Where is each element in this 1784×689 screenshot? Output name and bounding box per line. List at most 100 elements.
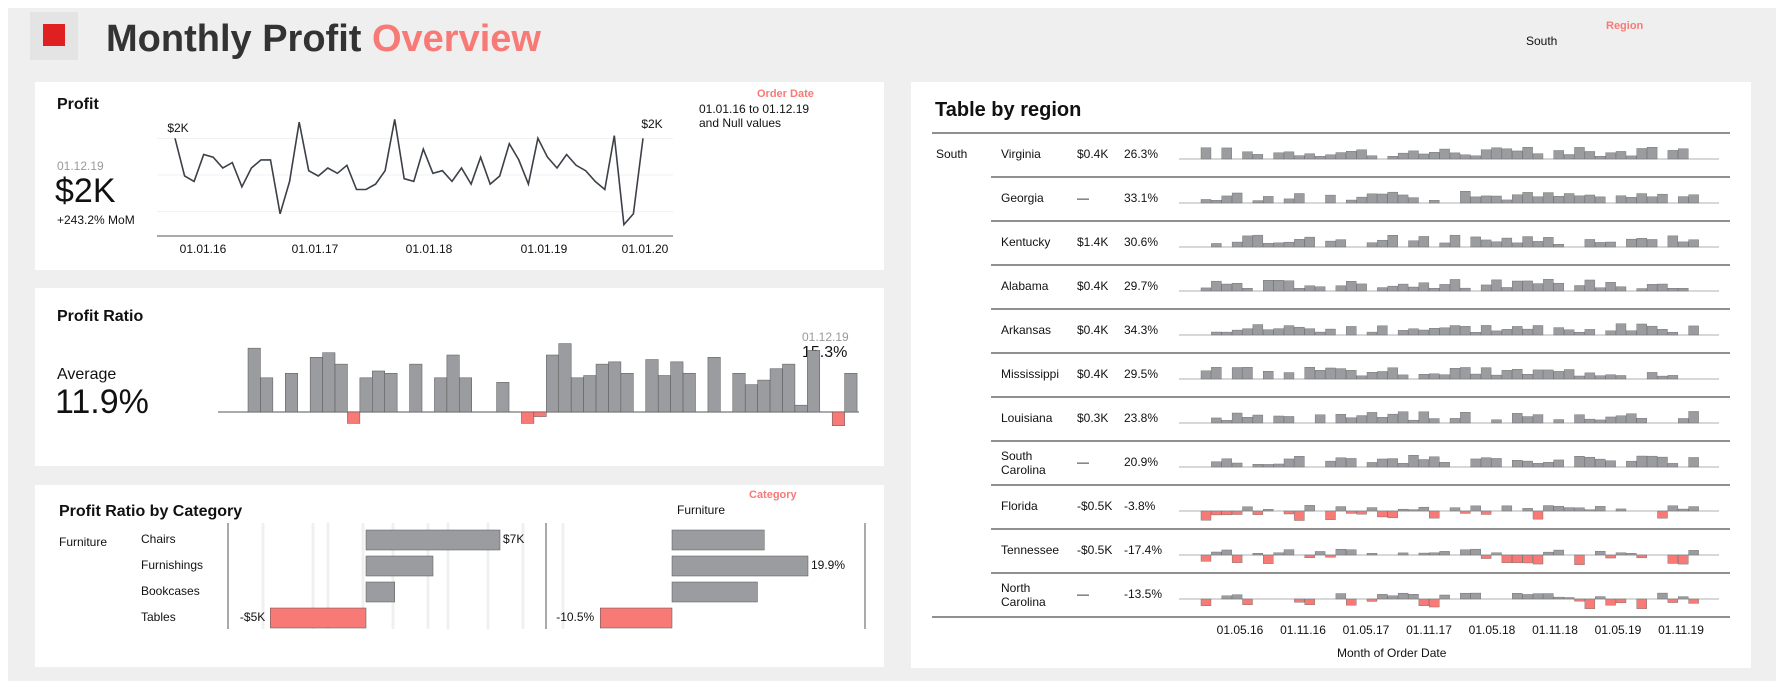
sparkline-bar: [1470, 373, 1481, 380]
sparkline-bar: [1584, 239, 1596, 248]
sparkline-bar: [1366, 331, 1378, 336]
category-bar-charts: Chairs Furnishings Bookcases Tables $7K -$5K 1…: [141, 523, 866, 629]
sparkline-bar: [1231, 554, 1243, 563]
sparkline-bar: [1418, 374, 1430, 380]
sparkline-bar: [1283, 325, 1295, 336]
sparkline-bar: [1366, 193, 1378, 204]
state-cell: Mississippi: [1001, 367, 1059, 381]
sparkline-bar: [1294, 510, 1305, 521]
sparkline-bar: [1429, 328, 1440, 336]
sparkline-bar: [1605, 152, 1616, 160]
title-accent: Overview: [371, 18, 541, 60]
sparkline-bar: [1335, 457, 1347, 468]
state-cell: Georgia: [1001, 191, 1044, 205]
ratio-bar: [247, 347, 261, 413]
sparkline-bar: [1480, 554, 1492, 559]
sparkline-bar: [1460, 287, 1471, 292]
sparkline-bar: [1657, 375, 1668, 380]
sparkline-bar: [1273, 463, 1284, 468]
sparkline-bar: [1408, 509, 1419, 512]
sparkline-bar: [1480, 325, 1492, 336]
sparkline-bar: [1605, 554, 1616, 559]
profit-category-bar: [270, 607, 367, 629]
ratio-cell: 29.7%: [1124, 279, 1158, 293]
sparkline-bar: [1314, 414, 1326, 424]
sparkline-bar: [1221, 595, 1232, 600]
sparkline-bar: [1231, 329, 1243, 336]
sparkline-bar: [1200, 598, 1212, 606]
sparkline-bar: [1366, 462, 1378, 468]
sparkline-bar: [1335, 414, 1347, 424]
sparkline-bar: [1460, 592, 1471, 600]
region-filter-value[interactable]: South: [1526, 34, 1557, 48]
ratio-bar: [570, 377, 584, 413]
sparkline-bar: [1418, 411, 1430, 424]
sparkline-bar: [1460, 549, 1471, 556]
profit-ratio-bar-chart: [218, 343, 859, 426]
sparkline-bar: [1688, 325, 1699, 336]
profit-cell: —: [1077, 455, 1089, 469]
sparkline-bar: [1366, 155, 1378, 160]
sparkline-bar: [1636, 554, 1647, 559]
sparkline-bar: [1449, 418, 1461, 424]
sparkline-bar: [1688, 457, 1699, 468]
sparkline-bar: [1418, 598, 1430, 606]
sparkline-bar: [1480, 284, 1492, 292]
sparkline-bar: [1231, 241, 1243, 248]
sparkline-bar: [1595, 550, 1606, 556]
sparkline-bar: [1595, 458, 1606, 468]
sparkline-bar: [1636, 455, 1647, 468]
sparkline-bar: [1605, 282, 1616, 292]
sparkline-bar: [1263, 280, 1274, 292]
sparkline-bar: [1532, 593, 1544, 600]
sparkline-bar: [1231, 510, 1243, 515]
state-cell: Florida: [1001, 499, 1038, 513]
sparkline-bar: [1242, 598, 1253, 605]
sparkline-bar: [1346, 549, 1357, 556]
sparkline-bar: [1221, 147, 1232, 160]
sparkline-bar: [1273, 328, 1284, 336]
sparkline-bar: [1512, 242, 1523, 248]
sparkline-bar: [1408, 419, 1419, 424]
sparkline-bar: [1211, 461, 1222, 468]
sparkline-bar: [1646, 325, 1658, 336]
sparkline-bar: [1636, 323, 1647, 336]
sparkline-bar: [1491, 458, 1502, 468]
sparkline-bar: [1522, 192, 1533, 204]
sparkline-bar: [1543, 237, 1554, 248]
ratio-bar: [384, 372, 398, 413]
sparkline-bar: [1387, 191, 1398, 204]
sparkline-bar: [1563, 193, 1575, 204]
sparkline-bar: [1636, 238, 1647, 248]
sparkline-bar: [1429, 510, 1440, 519]
sparkline-bar: [1626, 155, 1637, 160]
sparkline-bar: [1263, 329, 1274, 336]
profit-cell: $0.4K: [1077, 323, 1108, 337]
profit-cell: —: [1077, 587, 1089, 601]
table-x-tick-label: 01.11.18: [1532, 623, 1578, 637]
ratio-cell: 26.3%: [1124, 147, 1158, 161]
sparkline-bar: [1273, 152, 1284, 160]
profit-cell: $0.3K: [1077, 411, 1108, 425]
sparkline-bar: [1480, 239, 1492, 248]
sparkline-bar: [1304, 236, 1315, 248]
sparkline-bar: [1501, 505, 1513, 512]
logo-square-icon: [43, 24, 65, 46]
state-cell: Arkansas: [1001, 323, 1051, 337]
sparkline-bar: [1263, 196, 1274, 204]
sparkline-bar: [1657, 592, 1668, 600]
sparkline-bar: [1584, 598, 1596, 609]
sparkline-bar: [1646, 455, 1658, 468]
ratio-cell: 30.6%: [1124, 235, 1158, 249]
table-x-tick-label: 01.11.19: [1658, 623, 1704, 637]
profit-cell: —: [1077, 191, 1089, 205]
sparkline-bar: [1460, 154, 1471, 160]
sparkline-bar: [1460, 367, 1471, 380]
sparkline-bar: [1418, 552, 1430, 556]
sparkline-bar: [1325, 328, 1336, 336]
sparkline-bar: [1429, 418, 1440, 424]
sparkline-bar: [1667, 235, 1679, 248]
sparkline-bar: [1543, 505, 1554, 512]
sparkline-bar: [1543, 369, 1554, 380]
ratio-category-bar: [671, 555, 809, 577]
